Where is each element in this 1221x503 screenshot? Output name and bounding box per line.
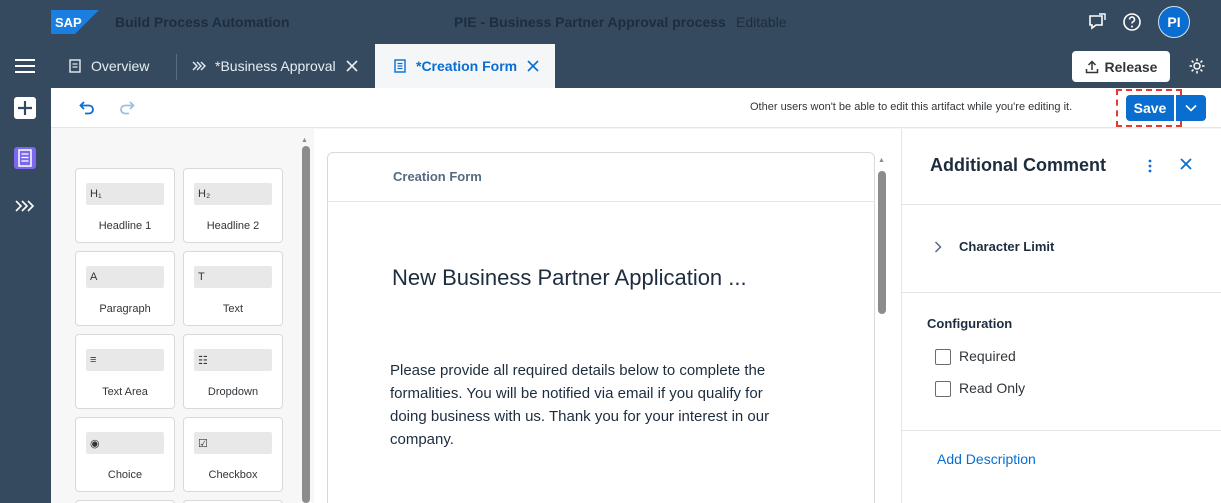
chevron-right-icon[interactable]: [934, 241, 942, 253]
properties-title: Additional Comment: [930, 155, 1106, 175]
more-options-icon[interactable]: [1146, 158, 1154, 174]
character-limit-section[interactable]: Character Limit: [959, 239, 1054, 254]
headline-2-icon: H₂: [194, 183, 272, 205]
form-nav-icon[interactable]: [14, 147, 36, 169]
palette-item-label: Dropdown: [207, 386, 259, 398]
upload-icon: [1085, 59, 1098, 73]
sap-logo[interactable]: SAP: [51, 10, 99, 34]
palette-item-label: Choice: [107, 469, 143, 481]
tab-label: Overview: [91, 58, 150, 74]
tab-overview[interactable]: Overview: [68, 44, 149, 88]
palette-item-dropdown[interactable]: ☷ Dropdown: [183, 334, 283, 409]
hamburger-menu-icon[interactable]: [15, 59, 35, 73]
paragraph-icon: A: [86, 266, 164, 288]
required-label: Required: [959, 348, 1016, 364]
palette-item-text-area[interactable]: ≡ Text Area: [75, 334, 175, 409]
edit-lock-note: Other users won't be able to edit this a…: [750, 101, 1073, 113]
undo-icon[interactable]: [79, 99, 95, 115]
tab-divider: [176, 54, 177, 80]
tab-bar: [0, 44, 1221, 88]
document-state: Editable: [736, 14, 787, 30]
form-headline[interactable]: New Business Partner Application ...: [392, 265, 747, 291]
save-menu-button[interactable]: [1176, 95, 1206, 121]
palette-item-label: Headline 2: [206, 220, 260, 232]
form-paragraph[interactable]: Please provide all required details belo…: [390, 359, 790, 451]
document-title: PIE - Business Partner Approval process: [454, 14, 726, 30]
tab-label: *Business Approval: [215, 58, 336, 74]
palette-item-label: Paragraph: [99, 303, 151, 315]
user-avatar[interactable]: PI: [1158, 6, 1190, 38]
read-only-checkbox[interactable]: [935, 381, 951, 397]
close-icon[interactable]: [1180, 158, 1192, 170]
palette-item-label: Text: [222, 303, 244, 315]
plus-icon: [18, 101, 32, 115]
feedback-icon[interactable]: [1087, 12, 1107, 32]
palette-item-headline-1[interactable]: H₁ Headline 1: [75, 168, 175, 243]
tab-label: *Creation Form: [416, 58, 518, 74]
chevron-down-icon: [1185, 104, 1197, 112]
palette-item-checkbox[interactable]: ☑ Checkbox: [183, 417, 283, 492]
release-button[interactable]: Release: [1072, 51, 1170, 82]
panel-divider: [902, 292, 1221, 293]
process-chevron-icon[interactable]: [15, 199, 35, 213]
panel-divider: [902, 430, 1221, 431]
help-icon[interactable]: [1122, 12, 1142, 32]
tab-creation-form[interactable]: *Creation Form: [375, 44, 555, 88]
svg-text:SAP: SAP: [55, 15, 82, 30]
palette-item-label: Headline 1: [98, 220, 152, 232]
panel-divider: [902, 204, 1221, 205]
close-icon[interactable]: [346, 60, 358, 72]
form-card-title: Creation Form: [393, 169, 482, 184]
redo-icon[interactable]: [119, 99, 135, 115]
form-icon: [18, 149, 32, 167]
process-chevron-icon: [192, 61, 206, 71]
palette-item-label: Checkbox: [208, 469, 258, 481]
dropdown-icon: ☷: [194, 349, 272, 371]
radio-icon: ◉: [86, 432, 164, 454]
scroll-up-arrow-icon[interactable]: ▲: [878, 157, 885, 164]
add-description-link[interactable]: Add Description: [937, 451, 1036, 467]
document-icon: [69, 59, 81, 73]
headline-1-icon: H₁: [86, 183, 164, 205]
product-name: Build Process Automation: [115, 14, 290, 30]
palette-item-label: Text Area: [102, 386, 148, 398]
palette-item-headline-2[interactable]: H₂ Headline 2: [183, 168, 283, 243]
palette-item-choice[interactable]: ◉ Choice: [75, 417, 175, 492]
add-icon[interactable]: [14, 97, 36, 119]
tab-business-approval[interactable]: *Business Approval: [192, 44, 358, 88]
save-button[interactable]: Save: [1126, 95, 1174, 121]
canvas-scrollbar[interactable]: [878, 171, 886, 314]
close-icon[interactable]: [527, 60, 539, 72]
scroll-up-arrow-icon[interactable]: ▲: [301, 137, 308, 144]
palette-item-text[interactable]: T Text: [183, 251, 283, 326]
palette-scrollbar[interactable]: [302, 146, 310, 503]
text-icon: T: [194, 266, 272, 288]
gear-icon[interactable]: [1188, 57, 1206, 75]
required-checkbox[interactable]: [935, 349, 951, 365]
form-icon: [394, 59, 406, 73]
palette-item-paragraph[interactable]: A Paragraph: [75, 251, 175, 326]
checkbox-icon: ☑: [194, 432, 272, 454]
text-area-icon: ≡: [86, 349, 164, 371]
release-label: Release: [1104, 58, 1158, 75]
read-only-label: Read Only: [959, 380, 1026, 396]
configuration-heading: Configuration: [927, 316, 1013, 331]
